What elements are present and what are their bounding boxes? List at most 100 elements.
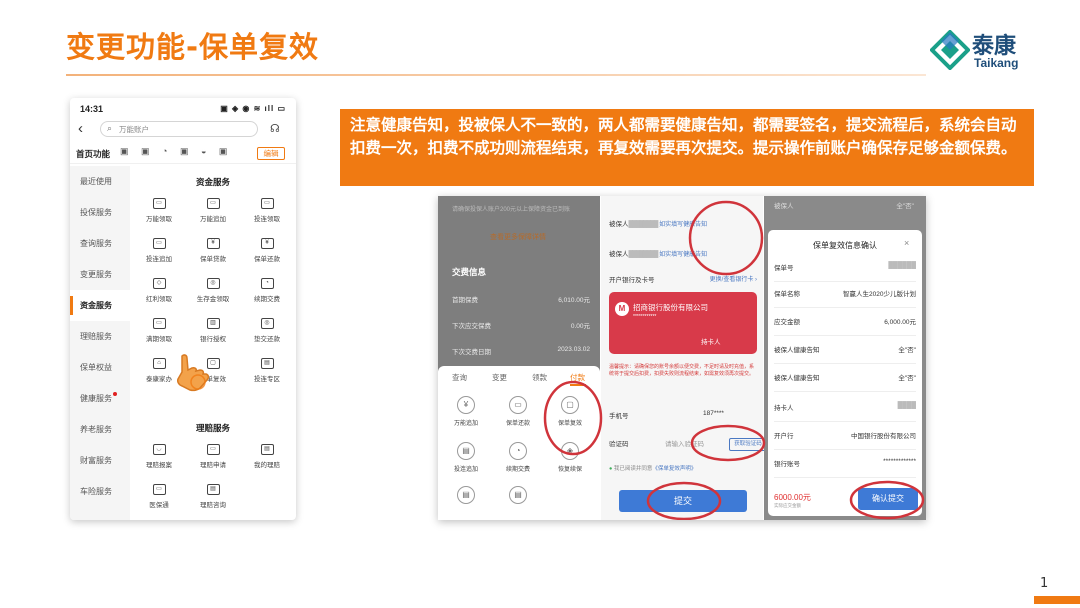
- grid-item-claim-apply[interactable]: ▭ 理赔申请: [188, 444, 238, 469]
- clock-icon: ◔: [509, 442, 527, 460]
- code-input[interactable]: 请输入验证码: [665, 438, 704, 448]
- grid-item-claim-report[interactable]: ◡ 理赔报案: [134, 444, 184, 469]
- wallet-icon: ▭: [152, 198, 166, 209]
- grid-item-advance-repay[interactable]: ◎ 垫交还款: [242, 318, 292, 343]
- grid-item-policy-repay[interactable]: ¥ 保单还款: [242, 238, 292, 263]
- close-icon[interactable]: ×: [904, 238, 909, 248]
- page-number: 1: [1040, 576, 1049, 591]
- confirm-value: 中国银行股份有限公司: [851, 433, 916, 440]
- confirm-value: 6,000.00元: [884, 319, 916, 326]
- search-input[interactable]: ⌕ 万能账户: [100, 121, 258, 137]
- confirm-row: 保单名称 智赢人生2020少儿版计划: [774, 288, 916, 308]
- confirm-value: 智赢人生2020少儿版计划: [843, 291, 916, 298]
- dividend-icon: ◇: [152, 278, 166, 289]
- grid-item-survival-benefit[interactable]: ◎ 生存金领取: [188, 278, 238, 303]
- grid-item-claim-consult[interactable]: ▤ 理赔咨询: [188, 484, 238, 509]
- action-policy-reinstatement[interactable]: ▢ 保单复效: [548, 396, 592, 427]
- change-bank-card-link[interactable]: 更换/查看银行卡 ›: [710, 274, 757, 283]
- section-title-fund: 资金服务: [195, 177, 230, 187]
- sidebar-item-rights[interactable]: 保单权益: [70, 352, 130, 383]
- grid-item-label: 投连专区: [254, 376, 280, 383]
- grid-item-label: 银行授权: [200, 336, 226, 343]
- taikang-logo: 泰康 Taikang: [930, 28, 1030, 72]
- action-policy-repay[interactable]: ▭ 保单还款: [496, 396, 540, 427]
- list-icon: ▤: [457, 486, 475, 504]
- checkbox-icon[interactable]: ●: [609, 466, 612, 472]
- action-more[interactable]: ▤: [496, 486, 540, 508]
- grid-item-universal-withdraw[interactable]: ▭ 万能领取: [134, 198, 184, 223]
- policy-notice-text: 请确保投保人账户200元以上保障资金已到账: [452, 207, 571, 213]
- clock-icon: ◔: [260, 278, 274, 289]
- grid-item-medical-pass[interactable]: ▭ 医保通: [134, 484, 184, 509]
- home-function-icons[interactable]: ▣ ▣ ◔ ▣ ◒ ▣: [120, 146, 232, 157]
- list-icon: ▤: [206, 484, 220, 495]
- grid-item-universal-add[interactable]: ▭ 万能追加: [188, 198, 238, 223]
- more-details-link[interactable]: 查看更多保障详情: [490, 232, 550, 242]
- grid-item-label: 万能追加: [200, 216, 226, 223]
- tap-hand-icon: [177, 354, 210, 392]
- action-universal-add[interactable]: ¥ 万能追加: [444, 396, 488, 427]
- grid-item-label: 续期交费: [254, 296, 280, 303]
- edit-button[interactable]: 编辑: [257, 147, 285, 160]
- confirm-submit-button[interactable]: 确认提交: [858, 488, 918, 510]
- grid-item-policy-loan[interactable]: ¥ 保单贷款: [188, 238, 238, 263]
- confirm-value: 全"否": [898, 347, 916, 354]
- logo-text-en: Taikang: [974, 56, 1019, 70]
- sidebar-item-wealth[interactable]: 财富服务: [70, 445, 130, 476]
- grid-item-dividend[interactable]: ◇ 红利领取: [134, 278, 184, 303]
- grid-item-maturity[interactable]: ▭ 满期领取: [134, 318, 184, 343]
- reinstatement-flow-screens: 请确保投保人账户200元以上保障资金已到账 查看更多保障详情 交费信息 首期保费…: [438, 196, 926, 520]
- sidebar-item-recent[interactable]: 最近使用: [70, 166, 130, 197]
- grid-item-linked-add[interactable]: ▭ 投连追加: [134, 238, 184, 263]
- sidebar-item-change[interactable]: 变更服务: [70, 259, 130, 290]
- tab-query[interactable]: 查询: [452, 372, 467, 383]
- tab-change[interactable]: 变更: [492, 372, 507, 383]
- headset-icon[interactable]: ☊: [270, 122, 280, 135]
- code-label: 验证码: [609, 441, 629, 448]
- action-resume-renewal[interactable]: ◈ 恢复续保: [548, 442, 592, 473]
- sidebar-item-pension[interactable]: 养老服务: [70, 414, 130, 445]
- grid-item-my-claims[interactable]: ▤ 我的理赔: [242, 444, 292, 469]
- grid-item-linked-withdraw[interactable]: ▭ 投连领取: [242, 198, 292, 223]
- list-icon: ▤: [509, 486, 527, 504]
- home-function-row: 首页功能 ▣ ▣ ◔ ▣ ◒ ▣ 编辑: [70, 144, 296, 164]
- payment-row-key: 首期保费: [452, 297, 478, 304]
- bank-card[interactable]: M 招商银行股份有限公司 ************ 持卡人: [609, 292, 757, 354]
- sidebar-item-insure[interactable]: 投保服务: [70, 197, 130, 228]
- sidebar-item-fund[interactable]: 资金服务: [70, 290, 130, 321]
- sidebar-item-claim[interactable]: 理赔服务: [70, 321, 130, 352]
- back-arrow-icon[interactable]: ‹: [78, 120, 83, 137]
- agreement-row[interactable]: ● 我已阅读并同意《保单复效声明》: [609, 464, 696, 472]
- action-more[interactable]: ▤: [444, 486, 488, 508]
- sidebar-item-label: 理赔服务: [80, 332, 112, 341]
- health-disclosure-link[interactable]: 如实填写健康告知: [659, 222, 707, 228]
- action-linked-add[interactable]: ▤ 投连追加: [444, 442, 488, 473]
- phone-label: 手机号: [609, 413, 629, 420]
- confirm-row: 银行账号 *************: [774, 458, 916, 478]
- status-bar: 14:31 ▣ ◈ ◉ ≋ ıll ▭: [70, 98, 296, 118]
- card-icon: ▭: [152, 484, 166, 495]
- sidebar-item-label: 查询服务: [80, 239, 112, 248]
- confirm-row: 应交金额 6,000.00元: [774, 316, 916, 336]
- code-row: 验证码 请输入验证码 获取验证码: [609, 438, 767, 454]
- agreement-link[interactable]: 《保单复效声明》: [652, 466, 696, 472]
- tab-payment[interactable]: 付款: [570, 372, 586, 386]
- grid-item-label: 红利领取: [146, 296, 172, 303]
- grid-item-renewal-pay[interactable]: ◔ 续期交费: [242, 278, 292, 303]
- confirm-key: 被保人健康告知: [774, 347, 820, 354]
- submit-button[interactable]: 提交: [619, 490, 747, 512]
- modal-title: 保单复效信息确认: [813, 241, 877, 250]
- action-renewal-pay[interactable]: ◔ 续期交费: [496, 442, 540, 473]
- grid-item-linked-zone[interactable]: ▤ 投连专区: [242, 358, 292, 383]
- health-disclosure-link[interactable]: 如实填写健康告知: [659, 252, 707, 258]
- get-code-button[interactable]: 获取验证码: [729, 438, 767, 451]
- grid-item-label: 保单还款: [254, 256, 280, 263]
- total-amount-label: 实际应交金额: [774, 503, 801, 508]
- tab-receive[interactable]: 领款: [532, 372, 547, 383]
- grid-item-label: 满期领取: [146, 336, 172, 343]
- sidebar-item-health[interactable]: 健康服务: [70, 383, 130, 414]
- grid-item-bank-auth[interactable]: ▥ 银行授权: [188, 318, 238, 343]
- sidebar-item-query[interactable]: 查询服务: [70, 228, 130, 259]
- sidebar-item-label: 资金服务: [80, 301, 112, 310]
- sidebar-item-auto[interactable]: 车险服务: [70, 476, 130, 507]
